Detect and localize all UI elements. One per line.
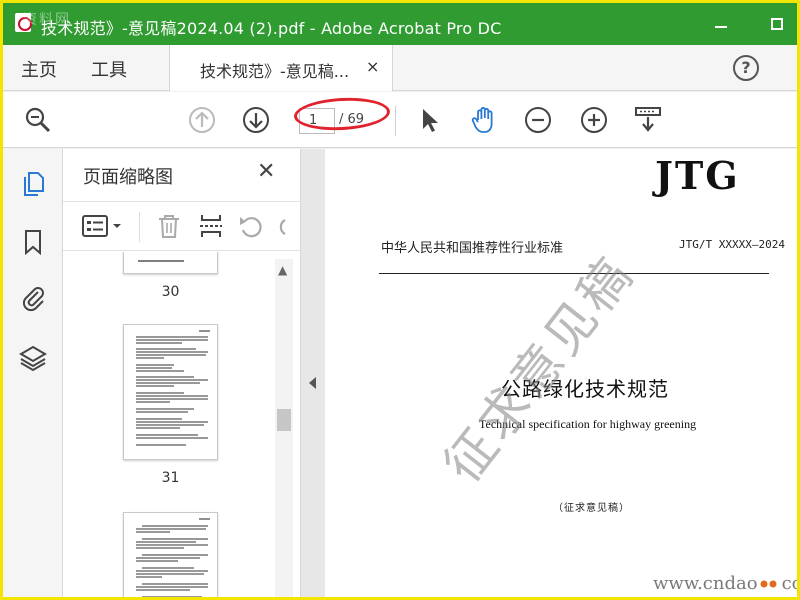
menu-bar: 主页 工具 技术规范》-意见稿... × ? bbox=[3, 45, 797, 91]
toolbar-separator bbox=[395, 106, 396, 136]
hand-tool-icon[interactable] bbox=[469, 105, 499, 135]
title-bar: 资料网 技术规范》-意见稿2024.04 (2).pdf - Adobe Acr… bbox=[3, 3, 797, 45]
maximize-icon bbox=[771, 18, 783, 30]
page-up-icon[interactable] bbox=[187, 105, 217, 135]
panel-toolbar bbox=[63, 201, 301, 251]
zoom-in-icon[interactable] bbox=[579, 105, 609, 135]
select-arrow-icon[interactable] bbox=[415, 105, 445, 135]
draft-watermark: 征求意见稿 bbox=[433, 244, 646, 494]
window-title: 技术规范》-意见稿2024.04 (2).pdf - Adobe Acrobat… bbox=[41, 19, 502, 38]
thumbnail-options-icon[interactable] bbox=[81, 212, 125, 240]
panel-toolbar-separator bbox=[139, 212, 140, 242]
page-thumbnail[interactable] bbox=[123, 252, 218, 274]
thumbnail-content bbox=[136, 330, 210, 446]
split-page-icon[interactable] bbox=[197, 212, 225, 240]
page-down-icon[interactable] bbox=[241, 105, 271, 135]
close-panel-button[interactable]: ✕ bbox=[257, 159, 275, 184]
bookmark-icon[interactable] bbox=[18, 227, 48, 257]
thumbnail-label: 30 bbox=[161, 284, 180, 300]
standard-logo: JTG bbox=[655, 153, 740, 198]
thumbnail-content bbox=[138, 260, 184, 262]
draft-note: （征求意见稿） bbox=[553, 503, 630, 514]
standard-category: 中华人民共和国推荐性行业标准 bbox=[381, 241, 564, 256]
zoom-search-icon[interactable] bbox=[23, 105, 53, 135]
toolbar: 1 / 69 bbox=[3, 92, 797, 148]
close-tab-button[interactable]: × bbox=[366, 57, 379, 76]
document-tab-label: 技术规范》-意见稿... bbox=[200, 62, 350, 81]
thumbnails-scrollbar[interactable]: ▲ bbox=[275, 259, 293, 597]
page-thumbnail[interactable] bbox=[123, 512, 218, 597]
standard-code: JTG/T XXXXX—2024 bbox=[679, 238, 785, 251]
site-watermark-right: com bbox=[781, 573, 797, 594]
scrollbar-thumb[interactable] bbox=[277, 409, 291, 431]
left-rail bbox=[3, 149, 63, 597]
rotate-page-icon[interactable] bbox=[237, 212, 265, 240]
page-thumbnails-icon[interactable] bbox=[18, 169, 48, 199]
window-frame: 资料网 技术规范》-意见稿2024.04 (2).pdf - Adobe Acr… bbox=[0, 0, 800, 600]
panel-title: 页面缩略图 bbox=[83, 167, 173, 188]
tools-menu[interactable]: 工具 bbox=[91, 56, 127, 82]
more-tools-icon[interactable] bbox=[275, 212, 295, 240]
home-menu[interactable]: 主页 bbox=[21, 56, 57, 82]
site-watermark-left: www.cndao bbox=[653, 573, 758, 594]
annotation-oval bbox=[293, 95, 391, 133]
minimize-button[interactable] bbox=[709, 13, 733, 35]
thumbnails-panel: 页面缩略图 ✕ 30 31 ▲ bbox=[63, 149, 301, 597]
page-thumbnail[interactable] bbox=[123, 324, 218, 460]
collapse-arrow-icon[interactable] bbox=[309, 377, 316, 389]
site-watermark-dots-icon bbox=[760, 580, 777, 588]
maximize-button[interactable] bbox=[765, 13, 789, 35]
attachment-icon[interactable] bbox=[18, 283, 48, 313]
layers-icon[interactable] bbox=[18, 343, 48, 373]
site-watermark: www.cndao com bbox=[653, 573, 797, 594]
thumbnails-list: 30 31 bbox=[63, 252, 293, 597]
scroll-mode-icon[interactable] bbox=[633, 105, 663, 135]
document-view: JTG 中华人民共和国推荐性行业标准 JTG/T XXXXX—2024 公路绿化… bbox=[325, 149, 797, 597]
thumbnail-content bbox=[136, 518, 210, 597]
scroll-up-icon[interactable]: ▲ bbox=[278, 263, 287, 277]
delete-page-icon[interactable] bbox=[155, 212, 183, 240]
thumbnail-label: 31 bbox=[161, 470, 180, 486]
panel-collapse-strip[interactable] bbox=[301, 149, 325, 597]
zoom-out-icon[interactable] bbox=[523, 105, 553, 135]
minimize-icon bbox=[715, 26, 727, 28]
help-icon[interactable]: ? bbox=[733, 55, 759, 81]
document-tab[interactable]: 技术规范》-意见稿... × bbox=[169, 45, 393, 91]
